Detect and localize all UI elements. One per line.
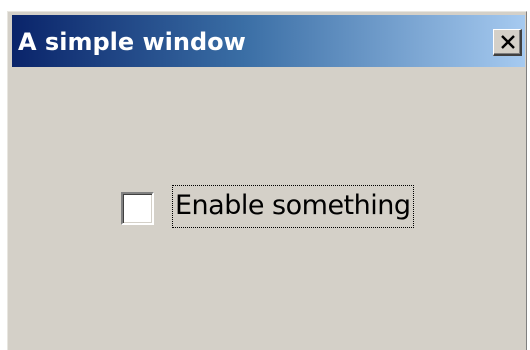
main-window: A simple window Enable something [7,11,527,350]
close-icon [501,35,515,49]
title-bar[interactable]: A simple window [12,15,525,67]
enable-something-checkbox[interactable] [121,192,154,225]
focus-rectangle[interactable]: Enable something [172,185,414,228]
close-button[interactable] [493,29,522,56]
checkbox-label: Enable something [175,190,411,221]
window-title: A simple window [18,28,246,56]
